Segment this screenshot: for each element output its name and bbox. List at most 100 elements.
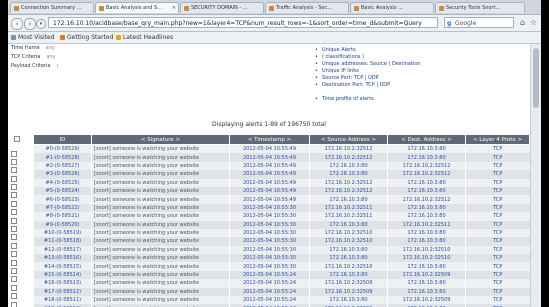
tab-3[interactable]: SECURITY DOMAIN - ... — [180, 2, 264, 13]
summary-link-source-port[interactable]: Source Port: TCP | UDP — [314, 75, 504, 82]
table-row[interactable]: #3-(0-58526) [snort] someone is watching … — [33, 170, 530, 179]
cell-source[interactable]: 172.16.10.2:32510 — [309, 228, 388, 238]
summary-link-ip-links[interactable]: Unique IP links — [314, 68, 504, 75]
select-all-checkbox[interactable] — [14, 136, 20, 142]
tab-6[interactable]: Security Tools Snort... — [435, 2, 525, 13]
dropdown-icon[interactable]: ▾ — [36, 19, 46, 29]
cell-source[interactable]: 172.16.10.2:32509 — [309, 279, 388, 288]
table-row[interactable]: #10-(0-58519) [snort] someone is watching… — [33, 228, 530, 238]
cell-id[interactable]: #8-(0-58521) — [33, 212, 92, 221]
cell-id[interactable]: #4-(0-58525) — [33, 178, 92, 187]
cell-signature[interactable]: [snort] someone is watching your website — [91, 153, 230, 162]
cell-dest[interactable]: 172.16.10.2:32511 — [387, 220, 466, 229]
forward-button[interactable]: › — [24, 18, 36, 30]
cell-source[interactable]: 172.16.10.2:32512 — [309, 153, 388, 162]
cell-source[interactable]: 172.16.10.2:32512 — [309, 186, 388, 196]
cell-source[interactable]: 172.16.10.2:32512 — [309, 178, 388, 187]
cell-dest[interactable]: 172.16.10.2:32509 — [387, 296, 466, 305]
cell-source[interactable]: 172.16.10.3:80 — [309, 245, 388, 255]
col-timestamp[interactable]: < Timestamp > — [229, 134, 310, 145]
cell-dest[interactable]: 172.16.10.3:80 — [387, 203, 466, 213]
cell-dest[interactable]: 172.16.10.3:80 — [387, 186, 466, 196]
cell-signature[interactable]: [snort] someone is watching your website — [91, 220, 230, 229]
cell-id[interactable]: #11-(0-58518) — [33, 237, 92, 246]
table-row[interactable]: #18-(0-58511) [snort] someone is watching… — [33, 296, 530, 305]
cell-id[interactable]: #3-(0-58526) — [33, 170, 92, 179]
bookmark-latest-headlines[interactable]: Latest Headlines — [116, 32, 173, 43]
table-row[interactable]: #12-(0-58517) [snort] someone is watching… — [33, 245, 530, 255]
cell-signature[interactable]: [snort] someone is watching your website — [91, 245, 230, 255]
cell-signature[interactable]: [snort] someone is watching your website — [91, 178, 230, 187]
col-layer4-proto[interactable]: < Layer 4 Proto > — [465, 134, 530, 145]
cell-source[interactable]: 172.16.10.2:32512 — [309, 144, 388, 154]
cell-source[interactable]: 172.16.10.3:80 — [309, 161, 388, 171]
summary-link-unique-addresses[interactable]: Unique addresses: Source | Destination — [314, 61, 504, 68]
cell-signature[interactable]: [snort] someone is watching your website — [91, 212, 230, 221]
cell-dest[interactable]: 172.16.10.2:32512 — [387, 195, 466, 204]
cell-source[interactable]: 172.16.10.2:32510 — [309, 237, 388, 246]
summary-link-dest-port[interactable]: Destination Port: TCP | UDP — [314, 82, 504, 89]
table-row[interactable]: #7-(0-58522) [snort] someone is watching … — [33, 203, 530, 213]
cell-source[interactable]: 172.16.10.3:80 — [309, 195, 388, 204]
cell-dest[interactable]: 172.16.10.2:32510 — [387, 245, 466, 255]
cell-signature[interactable]: [snort] someone is watching your website — [91, 254, 230, 263]
col-dest-address[interactable]: < Dest. Address > — [387, 134, 466, 145]
cell-signature[interactable]: [snort] someone is watching your website — [91, 203, 230, 213]
summary-link-classifications[interactable]: ( classifications ) — [314, 54, 504, 61]
table-row[interactable]: #8-(0-58521) [snort] someone is watching … — [33, 212, 530, 221]
cell-id[interactable]: #6-(0-58523) — [33, 195, 92, 204]
table-row[interactable]: #1-(0-58528) [snort] someone is watching … — [33, 153, 530, 162]
cell-signature[interactable]: [snort] someone is watching your website — [91, 270, 230, 280]
cell-dest[interactable]: 172.16.10.2:32509 — [387, 270, 466, 280]
tab-2[interactable]: Basic Analysis and S... × — [95, 2, 179, 13]
cell-id[interactable]: #13-(0-58516) — [33, 254, 92, 263]
table-row[interactable]: #13-(0-58516) [snort] someone is watching… — [33, 254, 530, 263]
table-row[interactable]: #17-(0-58512) [snort] someone is watching… — [33, 287, 530, 297]
cell-dest[interactable]: 172.16.10.3:80 — [387, 279, 466, 288]
cell-id[interactable]: #0-(0-58529) — [33, 144, 92, 154]
table-row[interactable]: #15-(0-58514) [snort] someone is watching… — [33, 270, 530, 280]
cell-id[interactable]: #10-(0-58519) — [33, 228, 92, 238]
table-row[interactable]: #14-(0-58515) [snort] someone is watching… — [33, 262, 530, 271]
tab-1[interactable]: Connection Summary ... — [10, 2, 94, 13]
cell-signature[interactable]: [snort] someone is watching your website — [91, 195, 230, 204]
summary-link-time-profile[interactable]: Time profile of alerts — [314, 96, 504, 103]
cell-source[interactable]: 172.16.10.2:32510 — [309, 262, 388, 271]
close-tab-icon[interactable]: × — [172, 3, 176, 13]
cell-id[interactable]: #1-(0-58528) — [33, 153, 92, 162]
cell-dest[interactable]: 172.16.10.3:80 — [387, 228, 466, 238]
bookmark-getting-started[interactable]: Getting Started — [60, 32, 113, 43]
table-row[interactable]: #5-(0-58524) [snort] someone is watching … — [33, 186, 530, 196]
cell-signature[interactable]: [snort] someone is watching your website — [91, 161, 230, 171]
tab-4[interactable]: Traffic Analysis - Sec... — [265, 2, 349, 13]
cell-id[interactable]: #2-(0-58527) — [33, 161, 92, 171]
col-id[interactable]: ID — [33, 134, 92, 145]
cell-id[interactable]: #5-(0-58524) — [33, 186, 92, 196]
cell-id[interactable]: #12-(0-58517) — [33, 245, 92, 255]
cell-signature[interactable]: [snort] someone is watching your website — [91, 228, 230, 238]
tab-5[interactable]: Basic Analysis ... — [350, 2, 434, 13]
table-row[interactable]: #6-(0-58523) [snort] someone is watching … — [33, 195, 530, 204]
bookmark-icon[interactable]: ☆ — [529, 18, 538, 27]
cell-dest[interactable]: 172.16.10.2:32512 — [387, 170, 466, 179]
cell-signature[interactable]: [snort] someone is watching your website — [91, 186, 230, 196]
col-source-address[interactable]: < Source Address > — [309, 134, 388, 145]
table-row[interactable]: #4-(0-58525) [snort] someone is watching … — [33, 178, 530, 187]
cell-dest[interactable]: 172.16.10.3:80 — [387, 144, 466, 154]
table-row[interactable]: #9-(0-58520) [snort] someone is watching … — [33, 220, 530, 229]
url-bar[interactable]: 172.16.10.10/acidbase/base_qry_main.php?… — [48, 17, 438, 28]
cell-signature[interactable]: [snort] someone is watching your website — [91, 237, 230, 246]
cell-dest[interactable]: 172.16.10.3:80 — [387, 287, 466, 297]
table-row[interactable]: #11-(0-58518) [snort] someone is watching… — [33, 237, 530, 246]
vertical-scrollbar[interactable] — [530, 44, 541, 307]
cell-signature[interactable]: [snort] someone is watching your website — [91, 144, 230, 154]
bookmark-most-visited[interactable]: Most Visited — [11, 32, 55, 43]
cell-signature[interactable]: [snort] someone is watching your website — [91, 279, 230, 288]
cell-signature[interactable]: [snort] someone is watching your website — [91, 296, 230, 305]
cell-source[interactable]: 172.16.10.3:80 — [309, 220, 388, 229]
cell-id[interactable]: #16-(0-58513) — [33, 279, 92, 288]
search-field[interactable]: g Google — [444, 17, 514, 28]
table-row[interactable]: #0-(0-58529) [snort] someone is watching … — [33, 144, 530, 154]
cell-dest[interactable]: 172.16.10.3:80 — [387, 178, 466, 187]
cell-source[interactable]: 172.16.10.2:32509 — [309, 287, 388, 297]
